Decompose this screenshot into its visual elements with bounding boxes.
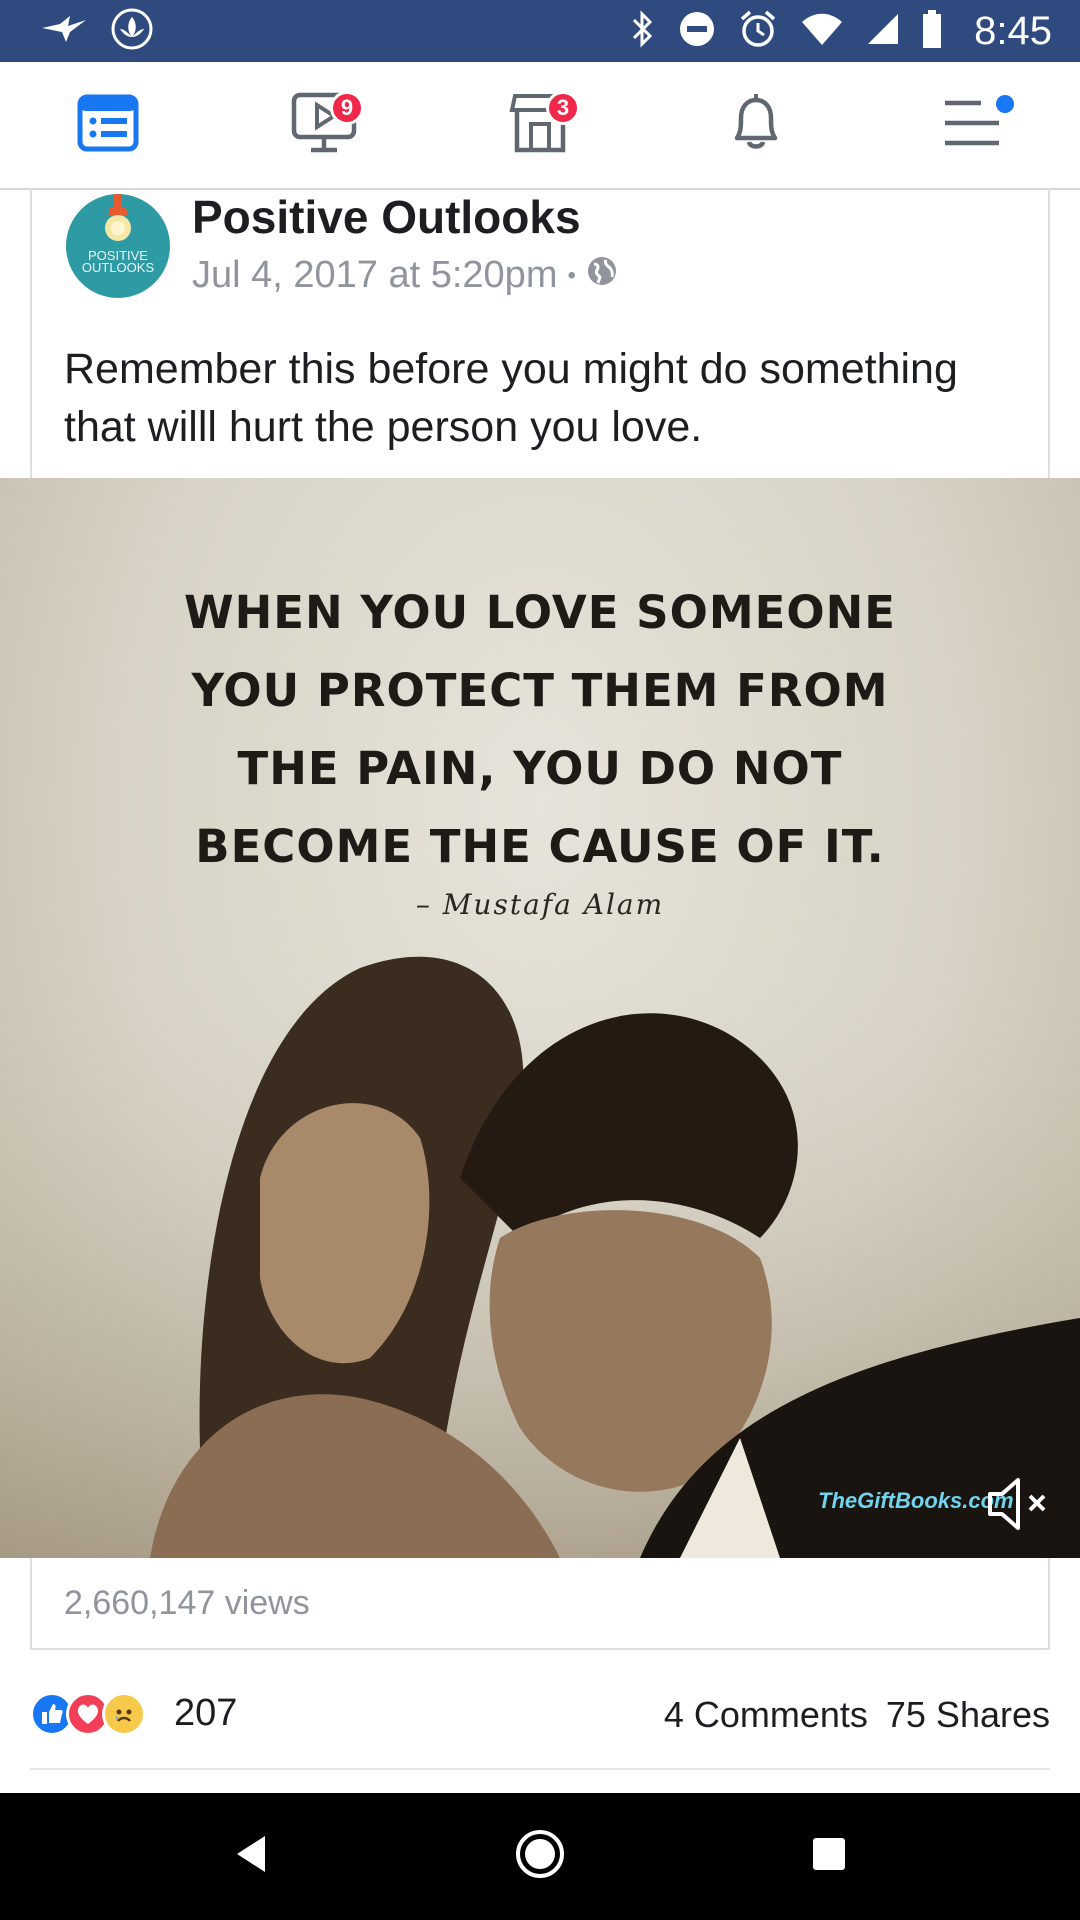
post-timestamp[interactable]: Jul 4, 2017 at 5:20pm [192, 254, 557, 297]
reaction-icons[interactable] [30, 1692, 146, 1736]
avatar-text: POSITIVE OUTLOOKS [81, 248, 155, 275]
home-icon[interactable] [514, 1828, 566, 1885]
lightbulb-icon [105, 194, 131, 241]
menu-icon [941, 97, 1003, 154]
quote-line: THE PAIN, YOU DO NOT [237, 742, 843, 795]
reactions-bar: 207 4 Comments 75 Shares [30, 1680, 1050, 1770]
avatar[interactable]: POSITIVE OUTLOOKS [66, 194, 170, 298]
reaction-count[interactable]: 207 [174, 1692, 237, 1735]
alarm-icon [738, 9, 778, 54]
bell-icon [727, 92, 785, 159]
system-navigation-bar [0, 1793, 1080, 1920]
top-navigation: 9 3 [0, 62, 1080, 190]
do-not-disturb-icon [678, 10, 716, 53]
tab-news-feed[interactable] [48, 65, 168, 185]
quote-text: WHEN YOU LOVE SOMEONE YOU PROTECT THEM F… [0, 574, 1080, 886]
page-name[interactable]: Positive Outlooks [192, 190, 581, 244]
status-bar: 8:45 [0, 0, 1080, 62]
watermark: TheGiftBooks.com [818, 1488, 1014, 1513]
back-icon[interactable] [231, 1832, 271, 1881]
globe-icon [586, 254, 618, 297]
comments-count[interactable]: 4 Comments [664, 1694, 868, 1736]
quote-line: BECOME THE CAUSE OF IT. [195, 820, 885, 873]
post-media[interactable]: WHEN YOU LOVE SOMEONE YOU PROTECT THEM F… [0, 478, 1080, 1558]
post-meta: Jul 4, 2017 at 5:20pm • [192, 254, 618, 297]
tab-notifications[interactable] [696, 65, 816, 185]
wifi-icon [800, 12, 844, 51]
quote-author: – Mustafa Alam [415, 888, 665, 921]
sad-icon [102, 1692, 146, 1736]
watch-badge: 9 [330, 91, 364, 125]
post-card: POSITIVE OUTLOOKS Positive Outlooks Jul … [30, 190, 1050, 478]
speaker-muted-icon[interactable] [986, 1474, 1056, 1534]
quote-line: WHEN YOU LOVE SOMEONE [184, 586, 896, 639]
news-feed-icon [77, 94, 139, 157]
battery-icon [922, 9, 942, 53]
shares-count[interactable]: 75 Shares [886, 1694, 1050, 1736]
menu-new-dot [996, 95, 1014, 113]
tab-watch[interactable]: 9 [264, 65, 384, 185]
recents-icon[interactable] [809, 1834, 849, 1879]
signal-icon [866, 12, 900, 51]
engagement-counts: 4 Comments 75 Shares [664, 1694, 1050, 1736]
bluetooth-icon [630, 9, 656, 53]
marketplace-badge: 3 [546, 91, 580, 125]
post-text: Remember this before you might do someth… [64, 345, 958, 451]
views-bar: 2,660,147 views [30, 1558, 1050, 1650]
meta-separator: • [567, 261, 576, 289]
status-time: 8:45 [974, 8, 1052, 53]
view-count: 2,660,147 views [64, 1584, 310, 1622]
lotus-icon [110, 7, 154, 56]
tab-marketplace[interactable]: 3 [480, 65, 600, 185]
hummingbird-icon [40, 14, 88, 49]
quote-line: YOU PROTECT THEM FROM [191, 664, 889, 717]
tab-menu[interactable] [912, 65, 1032, 185]
